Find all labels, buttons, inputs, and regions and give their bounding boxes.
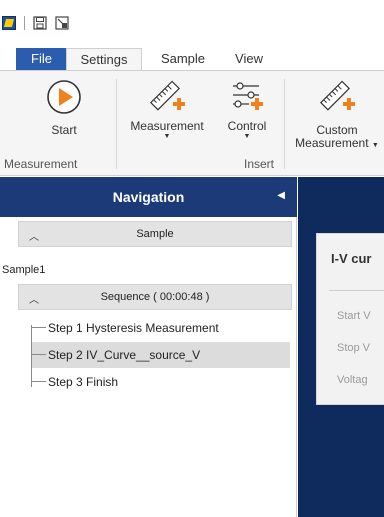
screen-settings-icon[interactable] [53,14,71,32]
stop-voltage-label: Stop V [337,342,371,354]
start-voltage-label: Start V [337,310,371,322]
chevron-down-icon: ▼ [163,133,171,140]
sequence-step[interactable]: Step 1 Hysteresis Measurement [32,315,290,341]
ribbon-tabs: File Settings Sample View [0,45,384,72]
tree-connector [32,381,46,382]
play-icon [47,80,81,114]
tree-connector [32,354,46,355]
sliders-plus-icon [233,82,263,110]
sample-name[interactable]: Sample1 [2,264,45,276]
start-label: Start [51,123,77,137]
save-icon[interactable] [31,14,49,32]
group-separator [284,79,285,169]
custom-label-text: Measurement [295,136,369,150]
step-label: Step 1 Hysteresis Measurement [48,321,219,335]
divider [329,290,384,291]
step-detail-title: I-V cur [331,251,372,266]
tab-settings[interactable]: Settings [66,48,142,72]
custom-label-line2: Measurement ▼ [290,137,384,152]
tab-sample[interactable]: Sample [155,48,211,71]
chevron-down-icon: ▼ [371,142,379,149]
measurement-button[interactable]: Measurement ▼ [123,77,211,141]
step-detail-panel: I-V cur Start V Stop V Voltag [316,233,384,405]
quick-access-toolbar [0,0,384,45]
chevron-down-icon: ▼ [243,133,251,140]
control-label: Control [227,119,267,133]
step-label: Step 2 IV_Curve__source_V [48,348,201,362]
navigation-title: Navigation [112,189,185,205]
toolbar-separator [24,15,25,30]
tab-view[interactable]: View [226,48,272,71]
sample-section-header[interactable]: ︿ Sample [18,221,292,247]
step-label: Step 3 Finish [48,375,119,389]
group-label-measurement: Measurement [4,157,78,171]
group-separator [116,79,117,169]
ruler-plus-icon [320,80,355,111]
ruler-plus-icon [150,80,185,111]
voltage-label: Voltag [337,374,368,386]
sequence-section-title: Sequence ( 00:00:48 ) [100,291,210,303]
navigation-panel: ︿ Sample Sample1 ︿ Sequence ( 00:00:48 )… [0,217,297,517]
tab-file[interactable]: File [16,48,67,71]
measurement-label: Measurement [130,119,204,133]
custom-measurement-button[interactable]: Custom Measurement ▼ [290,77,384,152]
sequence-section-header[interactable]: ︿ Sequence ( 00:00:48 ) [18,284,292,310]
sequence-step-selected[interactable]: Step 2 IV_Curve__source_V [32,342,290,368]
app-logo-icon[interactable] [2,15,16,30]
start-button[interactable]: Start [44,79,84,137]
navigation-header: Navigation ◀ [0,177,297,217]
sequence-step[interactable]: Step 3 Finish [32,369,290,395]
tree-connector [32,327,46,328]
control-button[interactable]: Control ▼ [220,77,274,141]
ribbon: Start Measurement ▼ Control ▼ Custom Mea… [0,70,384,176]
collapse-left-icon[interactable]: ◀ [277,190,285,201]
group-label-insert: Insert [244,157,275,171]
sample-section-title: Sample [136,228,174,240]
